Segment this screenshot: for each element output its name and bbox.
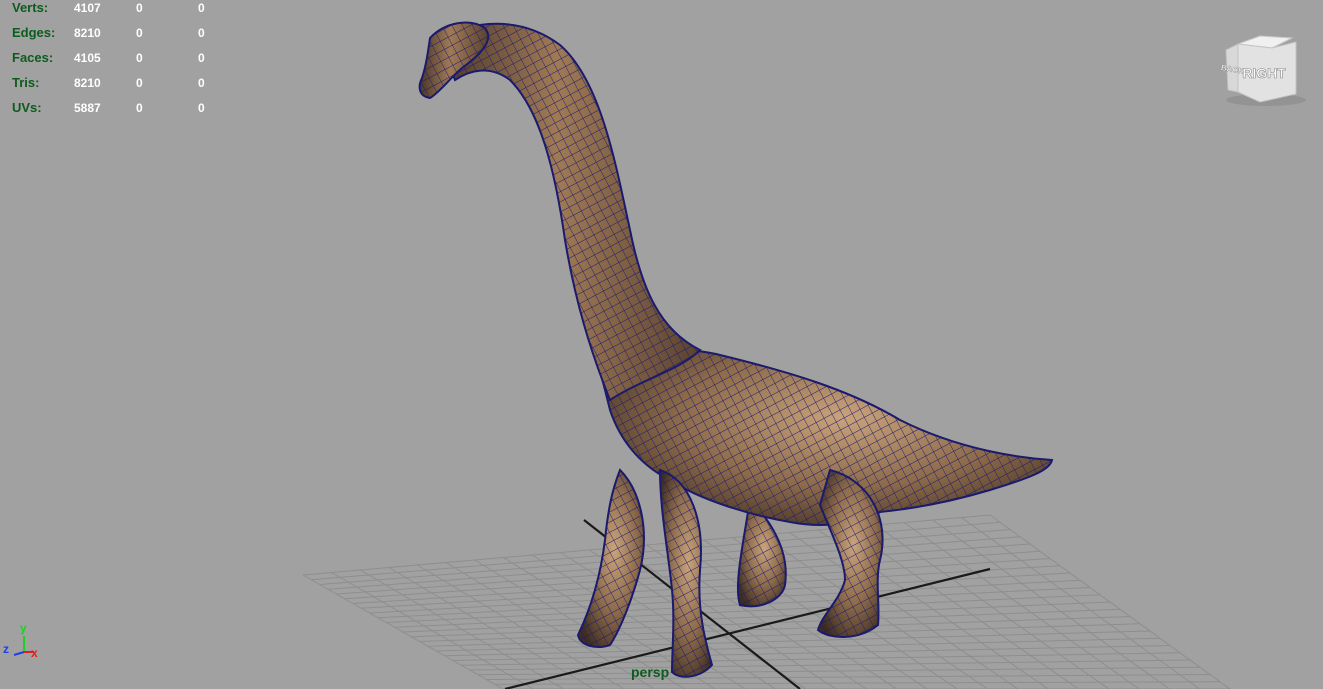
grid-line bbox=[989, 514, 1231, 689]
hud-label: UVs: bbox=[12, 100, 42, 115]
camera-label: persp bbox=[631, 664, 670, 680]
grid-line bbox=[486, 674, 1211, 680]
hud-value: 4105 bbox=[74, 51, 101, 65]
hud-value: 0 bbox=[136, 76, 143, 90]
hud-value: 0 bbox=[198, 26, 205, 40]
hud-value: 0 bbox=[136, 101, 143, 115]
hud-value: 0 bbox=[136, 51, 143, 65]
axis-z-line bbox=[13, 651, 25, 656]
hud-label: Faces: bbox=[12, 50, 54, 65]
axis-z-label: z bbox=[3, 642, 9, 656]
axis-x-label: x bbox=[31, 646, 38, 660]
view-cube-front-label: RIGHT bbox=[1242, 65, 1286, 81]
grid-line bbox=[494, 681, 1221, 685]
hud-value: 0 bbox=[198, 51, 205, 65]
grid-line bbox=[411, 608, 1121, 638]
hud-value: 4107 bbox=[74, 1, 101, 15]
hud-value: 0 bbox=[198, 76, 205, 90]
view-cube-icon[interactable]: RIGHT BACK bbox=[1220, 34, 1310, 110]
grid-line bbox=[932, 519, 1170, 689]
hud-label: Tris: bbox=[12, 75, 40, 90]
front-leg-near-wire bbox=[660, 470, 712, 677]
neck-wire bbox=[440, 23, 700, 400]
grid-line bbox=[961, 517, 1201, 689]
hud-label: Edges: bbox=[12, 25, 56, 40]
hud-label: Verts: bbox=[12, 0, 49, 15]
grid-line bbox=[903, 522, 1140, 689]
hud-value: 5887 bbox=[74, 101, 101, 115]
hud-value: 0 bbox=[136, 1, 143, 15]
hud-value: 8210 bbox=[74, 76, 101, 90]
hud-value: 0 bbox=[198, 101, 205, 115]
grid-line bbox=[875, 524, 1110, 689]
axis-gizmo-icon: y x z bbox=[0, 621, 46, 662]
hud-value: 0 bbox=[198, 1, 205, 15]
hud-value: 8210 bbox=[74, 26, 101, 40]
hud-value: 0 bbox=[136, 26, 143, 40]
perspective-viewport[interactable]: Verts: 4107 0 0 Edges: 8210 0 0 Faces: 4105 0 0 Tris… bbox=[0, 0, 1323, 689]
axis-y-label: y bbox=[20, 621, 27, 635]
